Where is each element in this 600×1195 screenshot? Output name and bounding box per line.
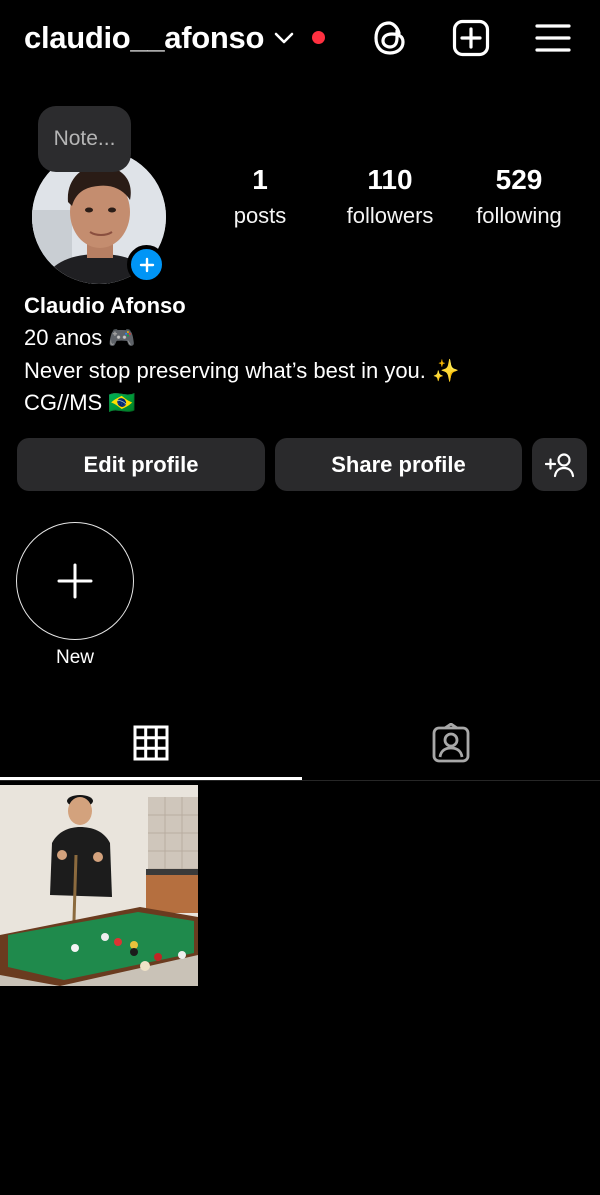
following-label: following: [476, 203, 562, 228]
tab-grid[interactable]: [0, 706, 302, 780]
share-profile-label: Share profile: [331, 451, 466, 477]
share-profile-button[interactable]: Share profile: [275, 438, 522, 491]
discover-people-button[interactable]: [532, 438, 587, 491]
bio-section: Claudio Afonso 20 anos 🎮 Never stop pres…: [24, 290, 584, 420]
note-bubble[interactable]: Note...: [38, 106, 131, 172]
following-count: 529: [495, 164, 543, 195]
posts-label: posts: [233, 203, 287, 228]
username: claudio__afonso: [24, 20, 265, 55]
menu-icon[interactable]: [533, 18, 573, 58]
plus-icon: [57, 563, 93, 599]
display-name: Claudio Afonso: [24, 293, 186, 318]
profile-screen: claudio__afonso Note... 1 posts 110 foll…: [0, 0, 600, 1195]
threads-icon[interactable]: [370, 18, 410, 58]
add-story-button[interactable]: [127, 245, 166, 284]
create-post-icon[interactable]: [451, 18, 491, 58]
followers-count: 110: [367, 164, 413, 195]
notification-dot: [312, 31, 325, 44]
plus-icon: [139, 257, 154, 272]
bio-line: CG//MS 🇧🇷: [24, 390, 136, 415]
bio-line: Never stop preserving what’s best in you…: [24, 357, 460, 383]
post-thumbnail[interactable]: [0, 785, 198, 986]
tab-divider: [0, 780, 600, 781]
new-highlight-label: New: [55, 647, 94, 668]
top-bar: claudio__afonso: [0, 0, 600, 80]
stat-following[interactable]: 529 following: [454, 162, 584, 234]
tagged-person-icon: [432, 723, 470, 763]
edit-profile-label: Edit profile: [83, 451, 199, 477]
bio-line: 20 anos 🎮: [24, 325, 136, 350]
stat-followers[interactable]: 110 followers: [325, 162, 455, 234]
tab-tagged[interactable]: [302, 706, 600, 780]
account-switcher[interactable]: claudio__afonso: [24, 18, 294, 58]
stat-posts[interactable]: 1 posts: [195, 162, 325, 234]
add-person-icon: [544, 452, 574, 477]
note-placeholder: Note...: [53, 127, 116, 150]
grid-icon: [133, 725, 169, 761]
new-highlight-button[interactable]: [16, 522, 134, 640]
followers-label: followers: [346, 203, 434, 228]
posts-count: 1: [252, 164, 268, 195]
chevron-down-icon: [274, 31, 294, 50]
edit-profile-button[interactable]: Edit profile: [17, 438, 265, 491]
